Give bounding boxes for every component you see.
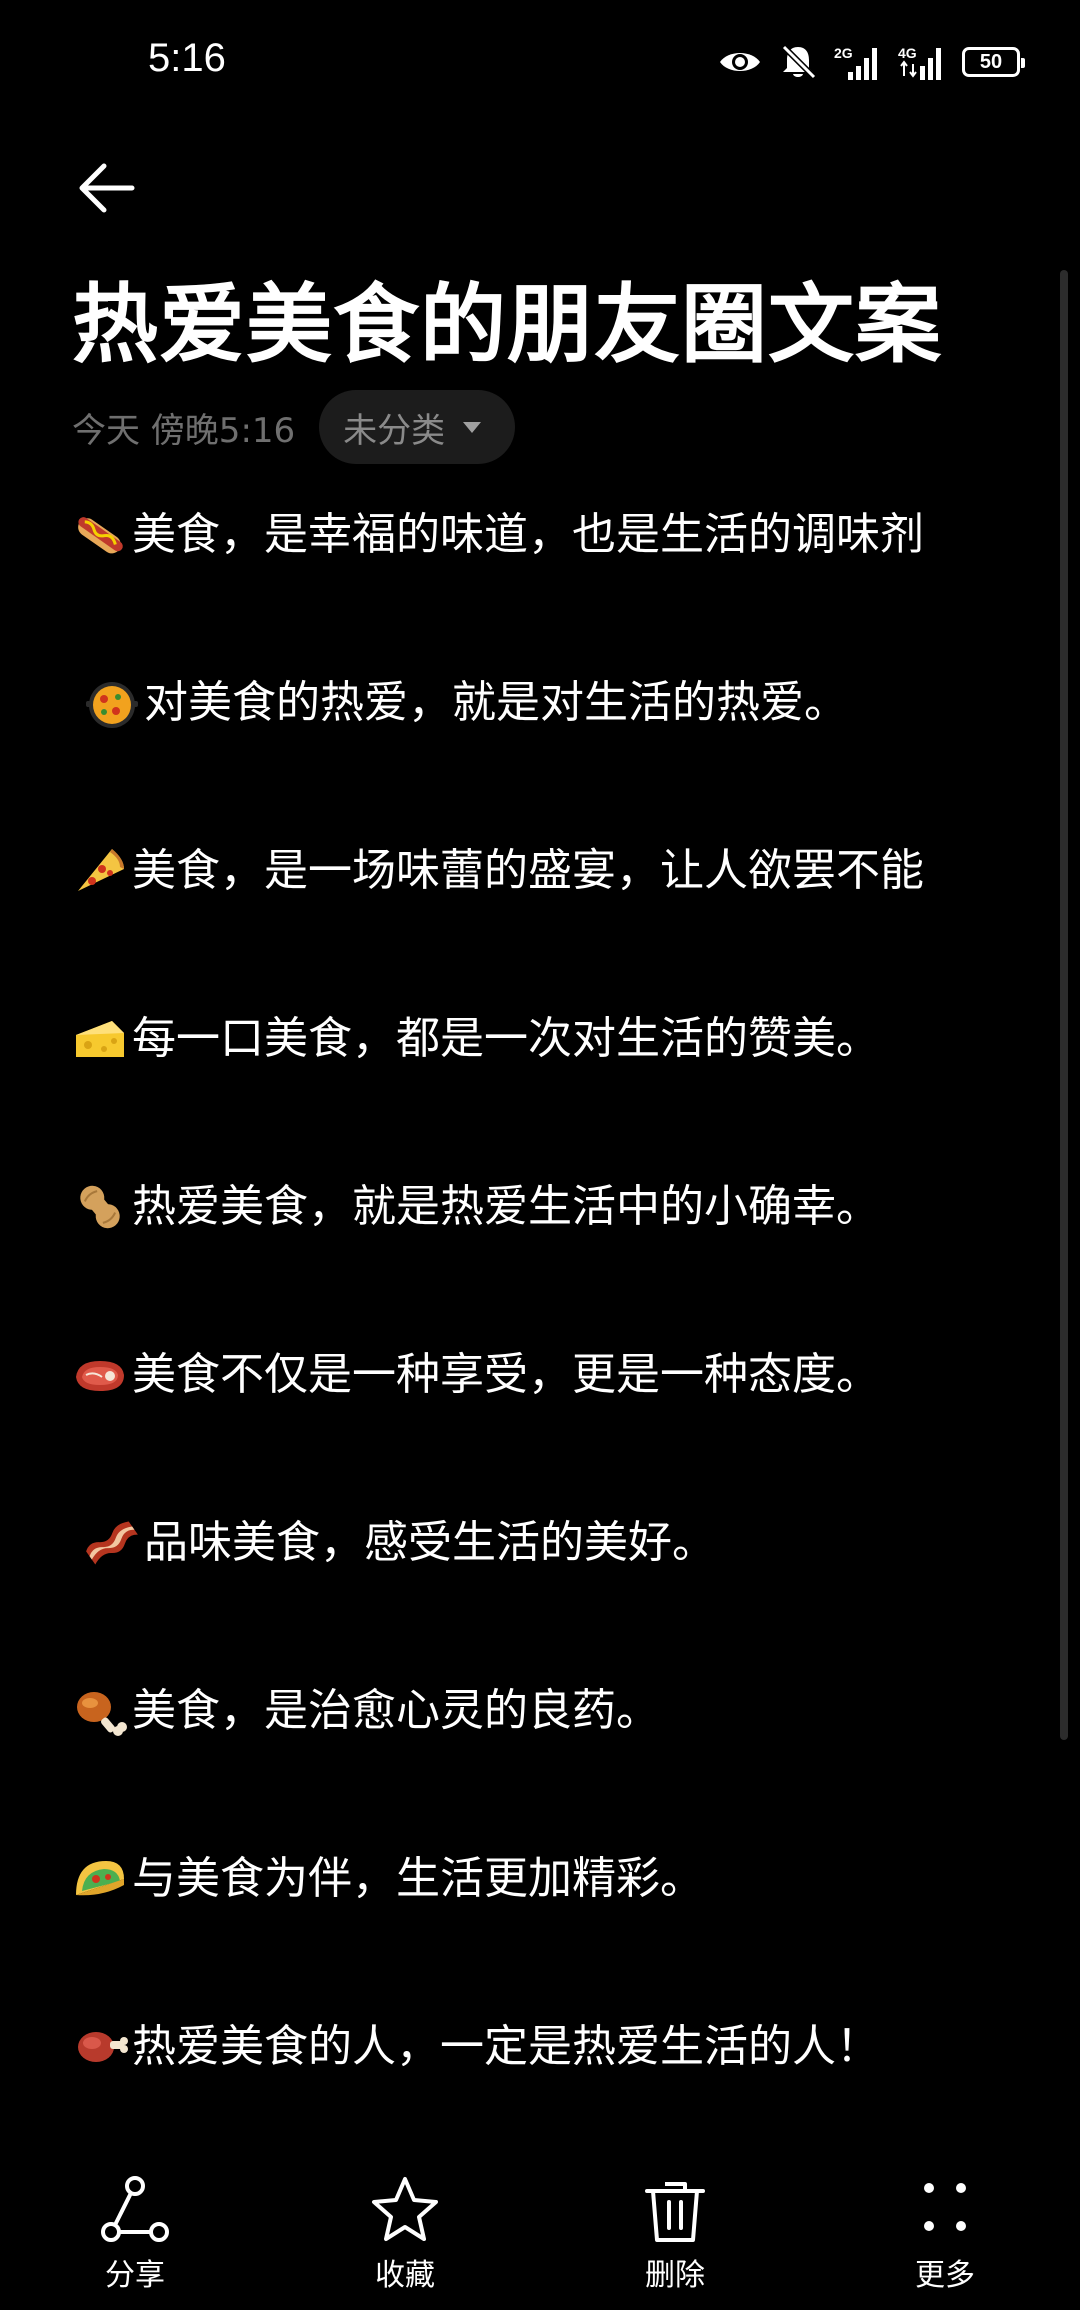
line-text: 对美食的热爱，就是对生活的热爱。: [144, 677, 848, 728]
arrow-left-icon: [79, 163, 135, 213]
back-button[interactable]: [66, 148, 146, 228]
drumstick-emoji: [72, 1683, 128, 1739]
note-line[interactable]: 美食不仅是一种享受，更是一种态度。: [72, 1330, 1012, 1498]
signal-icon-2g: 2G: [834, 42, 880, 82]
favorite-label: 收藏: [375, 2258, 435, 2293]
note-line[interactable]: 对美食的热爱，就是对生活的热爱。: [84, 658, 1012, 826]
share-label: 分享: [105, 2258, 165, 2293]
share-icon: [99, 2174, 171, 2246]
status-time: 5:16: [148, 36, 226, 80]
battery-icon: 50: [962, 47, 1025, 77]
note-body[interactable]: 美食，是幸福的味道，也是生活的调味剂 对美食的热爱，就是对生活的热爱。 美食，是…: [72, 490, 1012, 2170]
battery-level: 50: [979, 50, 1003, 73]
note-title[interactable]: 热爱美食的朋友圈文案: [72, 270, 942, 380]
more-dots-icon: [909, 2174, 981, 2246]
line-text: 热爱美食，就是热爱生活中的小确幸。: [132, 1181, 880, 1232]
steak-emoji: [72, 1347, 128, 1403]
line-text: 每一口美食，都是一次对生活的赞美。: [132, 1013, 880, 1064]
star-icon: [369, 2174, 441, 2246]
delete-label: 删除: [645, 2258, 705, 2293]
note-meta: 今天 傍晚5:16 未分类: [72, 390, 516, 464]
category-dropdown[interactable]: 未分类: [319, 390, 516, 464]
status-bar: 5:16 2G 4G 50: [0, 0, 1080, 120]
hotdog-emoji: [72, 507, 128, 563]
network-label-4g: 4G: [898, 45, 917, 61]
paella-emoji: [84, 675, 140, 731]
line-text: 美食，是治愈心灵的良药。: [132, 1685, 660, 1736]
eye-icon: [718, 47, 762, 77]
status-icons: 2G 4G 50: [718, 38, 1025, 86]
scrollbar[interactable]: [1060, 270, 1068, 1740]
note-line[interactable]: 每一口美食，都是一次对生活的赞美。: [72, 994, 1012, 1162]
network-label-2g: 2G: [834, 45, 853, 61]
note-line[interactable]: 热爱美食，就是热爱生活中的小确幸。: [72, 1162, 1012, 1330]
line-text: 与美食为伴，生活更加精彩。: [132, 1853, 704, 1904]
signal-icon-4g: 4G: [898, 42, 944, 82]
line-text: 美食不仅是一种享受，更是一种态度。: [132, 1349, 880, 1400]
note-line[interactable]: 美食，是治愈心灵的良药。: [72, 1666, 1012, 1834]
bacon-emoji: [84, 1515, 140, 1571]
more-button[interactable]: 更多: [810, 2150, 1080, 2310]
note-line[interactable]: 美食，是幸福的味道，也是生活的调味剂: [72, 490, 1012, 658]
note-date: 今天 傍晚5:16: [72, 410, 296, 451]
category-label: 未分类: [343, 410, 446, 451]
pizza-emoji: [72, 843, 128, 899]
caret-down-icon: [463, 422, 482, 433]
line-text: 美食，是一场味蕾的盛宴，让人欲罢不能: [132, 845, 924, 896]
meat-on-bone-emoji: [72, 2019, 128, 2075]
more-label: 更多: [915, 2258, 975, 2293]
line-text: 品味美食，感受生活的美好。: [144, 1517, 716, 1568]
note-line[interactable]: 美食，是一场味蕾的盛宴，让人欲罢不能: [72, 826, 1012, 994]
share-button[interactable]: 分享: [0, 2150, 270, 2310]
trash-icon: [639, 2174, 711, 2246]
cheese-emoji: [72, 1011, 128, 1067]
taco-emoji: [72, 1851, 128, 1907]
bell-muted-icon: [780, 43, 816, 81]
note-line[interactable]: 热爱美食的人，一定是热爱生活的人！: [72, 2002, 1012, 2170]
line-text: 美食，是幸福的味道，也是生活的调味剂: [132, 509, 924, 560]
note-line[interactable]: 品味美食，感受生活的美好。: [84, 1498, 1012, 1666]
delete-button[interactable]: 删除: [540, 2150, 810, 2310]
note-line[interactable]: 与美食为伴，生活更加精彩。: [72, 1834, 1012, 2002]
line-text: 热爱美食的人，一定是热爱生活的人！: [132, 2021, 880, 2072]
peanut-emoji: [72, 1179, 128, 1235]
favorite-button[interactable]: 收藏: [270, 2150, 540, 2310]
bottom-toolbar: 分享 收藏 删除 更多: [0, 2150, 1080, 2310]
